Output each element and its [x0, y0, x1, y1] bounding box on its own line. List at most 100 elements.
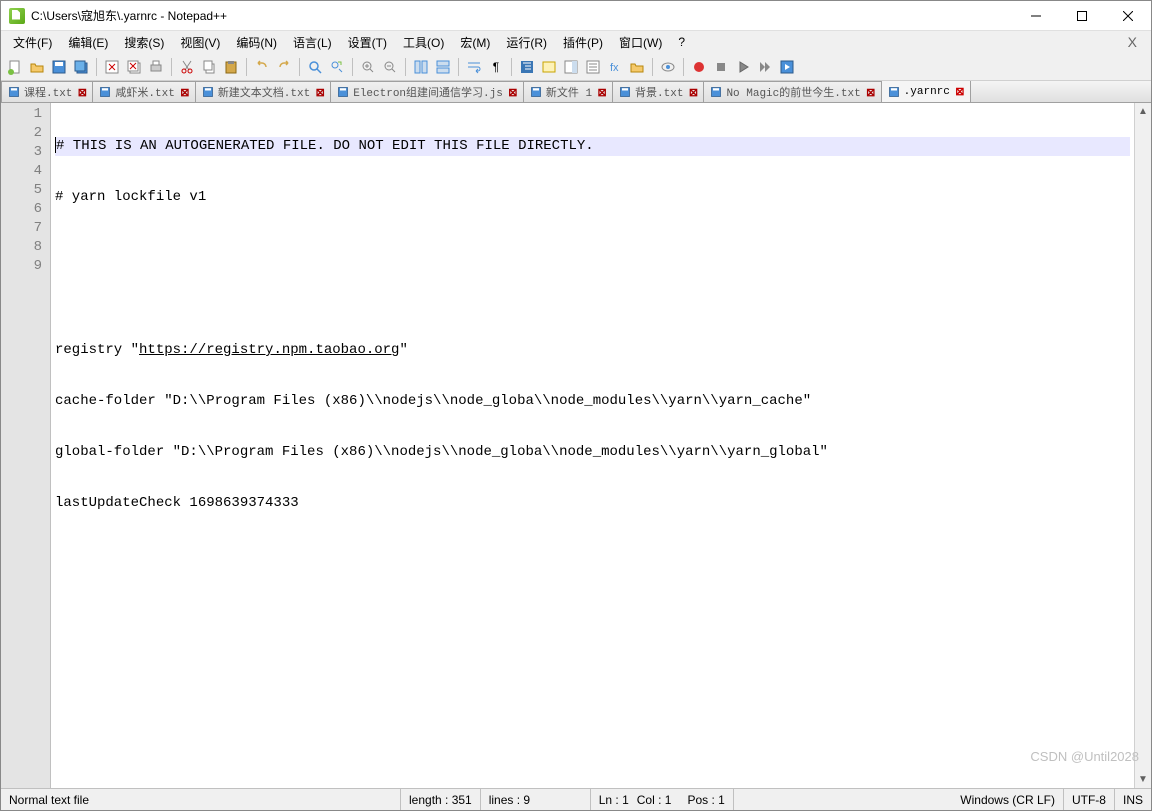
tab-2[interactable]: 新建文本文档.txt⊠	[195, 81, 331, 102]
tab-5[interactable]: 背景.txt⊠	[612, 81, 704, 102]
scroll-down-icon[interactable]: ▼	[1135, 771, 1151, 788]
doc-map-button[interactable]	[561, 57, 581, 77]
menu-run[interactable]: 运行(R)	[498, 32, 555, 53]
app-icon	[9, 8, 25, 24]
minimize-button[interactable]	[1013, 1, 1059, 30]
new-file-button[interactable]	[5, 57, 25, 77]
save-button[interactable]	[49, 57, 69, 77]
tab-4[interactable]: 新文件 1⊠	[523, 81, 613, 102]
find-button[interactable]	[305, 57, 325, 77]
save-all-button[interactable]	[71, 57, 91, 77]
indent-guide-button[interactable]	[517, 57, 537, 77]
tab-7[interactable]: .yarnrc⊠	[881, 81, 971, 102]
toolbar-separator	[352, 58, 353, 76]
save-macro-button[interactable]	[777, 57, 797, 77]
menu-macro[interactable]: 宏(M)	[452, 32, 498, 53]
menu-plugins[interactable]: 插件(P)	[555, 32, 611, 53]
titlebar: C:\Users\寇旭东\.yarnrc - Notepad++	[1, 1, 1151, 31]
line-number: 5	[1, 181, 42, 200]
tab-0[interactable]: 课程.txt⊠	[1, 81, 93, 102]
record-macro-button[interactable]	[689, 57, 709, 77]
toolbar-separator	[299, 58, 300, 76]
menu-edit[interactable]: 编辑(E)	[60, 32, 116, 53]
toolbar-separator	[246, 58, 247, 76]
code-line: # THIS IS AN AUTOGENERATED FILE. DO NOT …	[56, 138, 594, 154]
tab-1[interactable]: 咸虾米.txt⊠	[92, 81, 195, 102]
paste-button[interactable]	[221, 57, 241, 77]
menubar-close-icon[interactable]: X	[1118, 34, 1147, 50]
tabbar: 课程.txt⊠咸虾米.txt⊠新建文本文档.txt⊠Electron组建间通信学…	[1, 81, 1151, 103]
tab-6[interactable]: No Magic的前世今生.txt ⊠	[703, 81, 881, 102]
line-number: 2	[1, 124, 42, 143]
status-encoding[interactable]: UTF-8	[1064, 789, 1115, 810]
window-title: C:\Users\寇旭东\.yarnrc - Notepad++	[31, 7, 1013, 24]
cut-button[interactable]	[177, 57, 197, 77]
toolbar-separator	[458, 58, 459, 76]
close-all-button[interactable]	[124, 57, 144, 77]
scroll-up-icon[interactable]: ▲	[1135, 103, 1151, 120]
tab-close-icon[interactable]: ⊠	[507, 86, 519, 98]
zoom-in-button[interactable]	[358, 57, 378, 77]
menu-help[interactable]: ?	[670, 33, 693, 51]
menu-search[interactable]: 搜索(S)	[116, 32, 172, 53]
close-file-button[interactable]	[102, 57, 122, 77]
tab-close-icon[interactable]: ⊠	[76, 86, 88, 98]
tab-close-icon[interactable]: ⊠	[687, 86, 699, 98]
toolbar-separator	[96, 58, 97, 76]
stop-macro-button[interactable]	[711, 57, 731, 77]
print-button[interactable]	[146, 57, 166, 77]
toolbar-separator	[511, 58, 512, 76]
sync-v-button[interactable]	[411, 57, 431, 77]
sync-h-button[interactable]	[433, 57, 453, 77]
line-number: 3	[1, 143, 42, 162]
zoom-out-button[interactable]	[380, 57, 400, 77]
svg-text:fx: fx	[610, 62, 619, 74]
toolbar-separator	[652, 58, 653, 76]
status-eol[interactable]: Windows (CR LF)	[952, 789, 1064, 810]
replace-button[interactable]	[327, 57, 347, 77]
menu-settings[interactable]: 设置(T)	[340, 32, 395, 53]
file-icon	[710, 86, 722, 98]
vertical-scrollbar[interactable]: ▲ ▼	[1134, 103, 1151, 788]
doc-list-button[interactable]	[583, 57, 603, 77]
menu-file[interactable]: 文件(F)	[5, 32, 60, 53]
play-multi-button[interactable]	[755, 57, 775, 77]
close-button[interactable]	[1105, 1, 1151, 30]
tab-close-icon[interactable]: ⊠	[179, 86, 191, 98]
status-col: Col : 1	[637, 789, 680, 810]
line-number: 8	[1, 238, 42, 257]
tab-close-icon[interactable]: ⊠	[314, 86, 326, 98]
code-editor[interactable]: # THIS IS AN AUTOGENERATED FILE. DO NOT …	[51, 103, 1134, 788]
status-filetype: Normal text file	[1, 789, 401, 810]
menu-view[interactable]: 视图(V)	[172, 32, 228, 53]
registry-url-link[interactable]: https://registry.npm.taobao.org	[139, 342, 399, 358]
menu-tools[interactable]: 工具(O)	[395, 32, 452, 53]
play-macro-button[interactable]	[733, 57, 753, 77]
undo-button[interactable]	[252, 57, 272, 77]
wordwrap-button[interactable]	[464, 57, 484, 77]
function-list-button[interactable]: fx	[605, 57, 625, 77]
redo-button[interactable]	[274, 57, 294, 77]
tab-label: No Magic的前世今生.txt	[726, 84, 860, 100]
toolbar-separator	[405, 58, 406, 76]
open-file-button[interactable]	[27, 57, 47, 77]
maximize-button[interactable]	[1059, 1, 1105, 30]
status-ins[interactable]: INS	[1115, 789, 1151, 810]
tab-close-icon[interactable]: ⊠	[596, 86, 608, 98]
tab-3[interactable]: Electron组建间通信学习.js⊠	[330, 81, 524, 102]
editor-area: 123456789 # THIS IS AN AUTOGENERATED FIL…	[1, 103, 1151, 788]
line-number: 6	[1, 200, 42, 219]
menu-encoding[interactable]: 编码(N)	[228, 32, 285, 53]
menu-window[interactable]: 窗口(W)	[611, 32, 670, 53]
monitor-button[interactable]	[658, 57, 678, 77]
tab-close-icon[interactable]: ⊠	[954, 86, 966, 98]
copy-button[interactable]	[199, 57, 219, 77]
show-all-chars-button[interactable]: ¶	[486, 57, 506, 77]
status-pos: Pos : 1	[679, 789, 733, 810]
folder-view-button[interactable]	[627, 57, 647, 77]
toolbar-separator	[683, 58, 684, 76]
code-line: "	[399, 342, 407, 358]
menu-language[interactable]: 语言(L)	[285, 32, 340, 53]
user-lang-button[interactable]	[539, 57, 559, 77]
tab-close-icon[interactable]: ⊠	[865, 86, 877, 98]
